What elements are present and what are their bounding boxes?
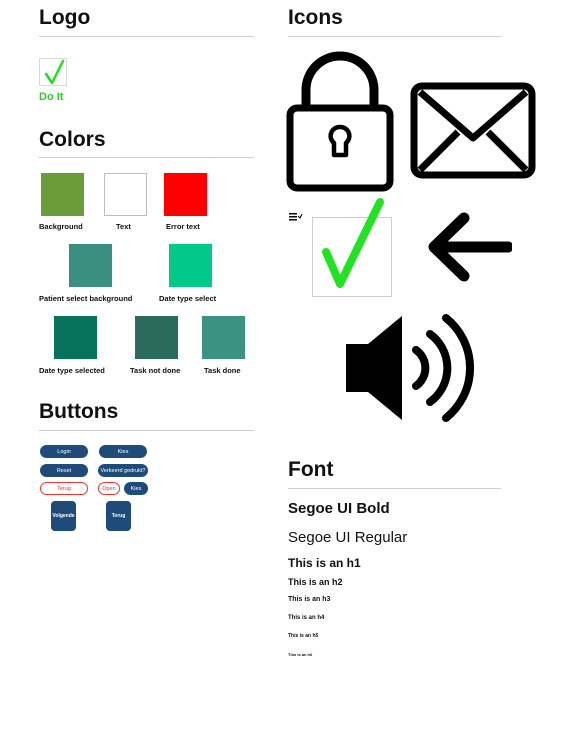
- logo-text: Do It: [39, 91, 64, 103]
- menu-icon: [289, 213, 303, 221]
- colors-heading: Colors: [39, 128, 106, 151]
- swatch-patient-select-background: [69, 244, 112, 287]
- font-divider: [288, 488, 501, 489]
- swatch-label: Date type select: [159, 294, 217, 303]
- swatch-label: Error text: [166, 222, 200, 231]
- font-sample-bold: Segoe UI Bold: [288, 500, 390, 517]
- swatch-task-not-done: [135, 316, 178, 359]
- login-button[interactable]: Login: [40, 445, 88, 458]
- swatch-label: Text: [116, 222, 131, 231]
- padlock-icon: [286, 51, 394, 192]
- logo-divider: [39, 36, 254, 37]
- font-sample-h3: This is an h3: [288, 596, 331, 603]
- icons-heading: Icons: [288, 6, 343, 29]
- swatch-text: [104, 173, 147, 216]
- checkmark-icon: [322, 198, 384, 288]
- font-heading: Font: [288, 458, 334, 481]
- swatch-date-type-selected: [54, 316, 97, 359]
- checkmark-icon: [44, 59, 65, 85]
- kies-button[interactable]: Kies: [99, 445, 147, 458]
- font-sample-h6: This is an h6: [288, 652, 313, 657]
- logo-image: [39, 58, 67, 86]
- logo-heading: Logo: [39, 6, 91, 29]
- terug-button[interactable]: Terug: [106, 501, 131, 531]
- font-sample-h1: This is an h1: [288, 556, 361, 570]
- swatch-label: Task not done: [130, 366, 181, 375]
- icons-divider: [288, 36, 501, 37]
- verkeerd-gedrukt-button[interactable]: Verkeerd gedrukt?: [98, 464, 148, 477]
- speaker-icon: [346, 314, 475, 422]
- swatch-label: Task done: [204, 366, 241, 375]
- swatch-error-text: [164, 173, 207, 216]
- colors-divider: [39, 157, 254, 158]
- swatch-background: [41, 173, 84, 216]
- font-sample-h5: This is an h5: [288, 633, 319, 639]
- font-sample-h4: This is an h4: [288, 615, 325, 621]
- terug-outline-button[interactable]: Terug: [40, 482, 88, 495]
- buttons-divider: [39, 430, 254, 431]
- kies-small-button[interactable]: Kies: [124, 482, 148, 495]
- arrow-left-icon: [428, 212, 512, 282]
- reset-button[interactable]: Reset: [40, 464, 88, 477]
- open-button[interactable]: Open: [98, 482, 120, 495]
- buttons-heading: Buttons: [39, 400, 119, 423]
- swatch-label: Background: [39, 222, 83, 231]
- envelope-icon: [410, 82, 536, 179]
- font-sample-h2: This is an h2: [288, 577, 343, 587]
- font-sample-regular: Segoe UI Regular: [288, 529, 408, 546]
- swatch-label: Date type selected: [39, 366, 105, 375]
- swatch-label: Patient select background: [39, 294, 133, 303]
- swatch-date-type-select: [169, 244, 212, 287]
- swatch-task-done: [202, 316, 245, 359]
- volgende-button[interactable]: Volgende: [51, 501, 76, 531]
